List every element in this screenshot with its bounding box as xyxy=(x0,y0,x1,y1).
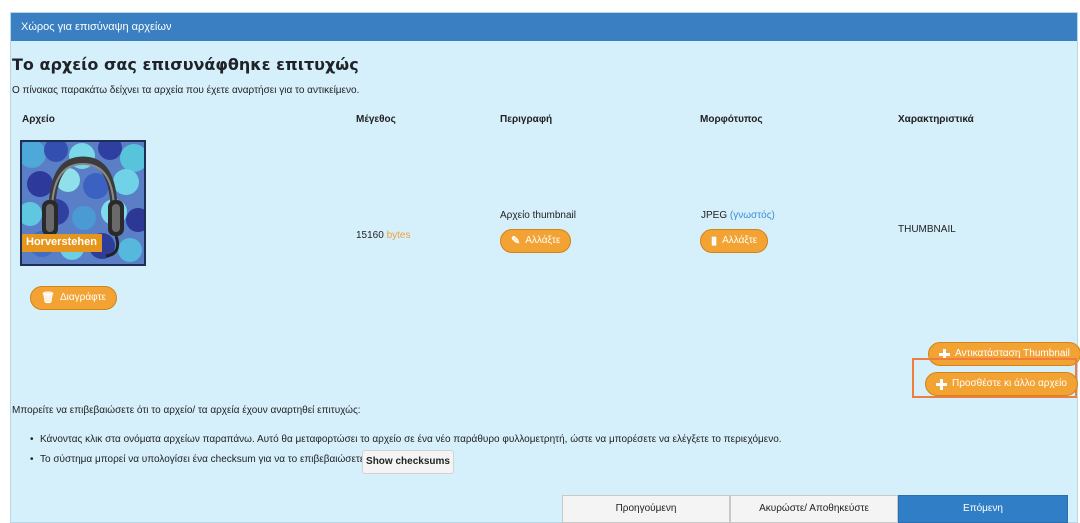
plus-icon xyxy=(936,378,947,390)
thumbnail-caption: Horverstehen xyxy=(26,236,97,248)
pencil-icon: ✎ xyxy=(511,235,521,247)
file-icon: ▮ xyxy=(711,235,718,247)
file-format-value: JPEG xyxy=(701,210,728,221)
file-format: JPEG (γνωστός) xyxy=(701,210,775,221)
verify-intro: Μπορείτε να επιβεβαιώσετε ότι το αρχείο/… xyxy=(12,405,361,416)
file-size: 15160 bytes xyxy=(356,230,411,241)
wizard-navigation: Προηγούμενη Ακυρώστε/ Αποθηκεύστε Επόμεν… xyxy=(562,495,1068,523)
file-thumbnail[interactable]: Horverstehen xyxy=(20,140,146,266)
file-size-value: 15160 xyxy=(356,230,384,241)
add-file-button[interactable]: Προσθέστε κι άλλο αρχείο xyxy=(925,372,1078,396)
delete-file-label: Διαγράφτε xyxy=(59,292,106,303)
column-header-size: Μέγεθος xyxy=(356,114,396,125)
file-size-unit: bytes xyxy=(386,230,411,241)
trash-icon: 🗑 xyxy=(41,292,55,304)
delete-file-button[interactable]: 🗑 Διαγράφτε xyxy=(30,286,117,310)
column-header-format: Μορφότυπος xyxy=(700,114,763,125)
cancel-save-button[interactable]: Ακυρώστε/ Αποθηκεύστε xyxy=(730,495,898,523)
change-format-label: Αλλάξτε xyxy=(722,235,758,246)
file-format-status[interactable]: (γνωστός) xyxy=(730,210,775,221)
next-button[interactable]: Επόμενη xyxy=(898,495,1068,523)
change-format-button[interactable]: ▮ Αλλάξτε xyxy=(700,229,769,253)
column-header-file: Αρχείο xyxy=(22,114,55,125)
column-header-features: Χαρακτηριστικά xyxy=(898,114,974,125)
page-title: Το αρχείο σας επισυνάφθηκε επιτυχώς xyxy=(12,55,359,74)
change-description-label: Αλλάξτε xyxy=(525,235,561,246)
verify-bullet-click: Κάνοντας κλικ στα ονόματα αρχείων παραπά… xyxy=(30,430,782,450)
previous-button[interactable]: Προηγούμενη xyxy=(562,495,730,523)
file-features: THUMBNAIL xyxy=(898,224,956,235)
show-checksums-button[interactable]: Show checksums xyxy=(362,450,454,474)
page-subtitle: Ο πίνακας παρακάτω δείχνει τα αρχεία που… xyxy=(12,85,360,96)
column-header-description: Περιγραφή xyxy=(500,114,553,125)
add-file-label: Προσθέστε κι άλλο αρχείο xyxy=(952,378,1067,389)
change-description-button[interactable]: ✎ Αλλάξτε xyxy=(500,229,572,253)
file-description: Αρχείο thumbnail xyxy=(500,210,576,221)
panel-header: Χώρος για επισύναψη αρχείων xyxy=(11,13,1077,41)
